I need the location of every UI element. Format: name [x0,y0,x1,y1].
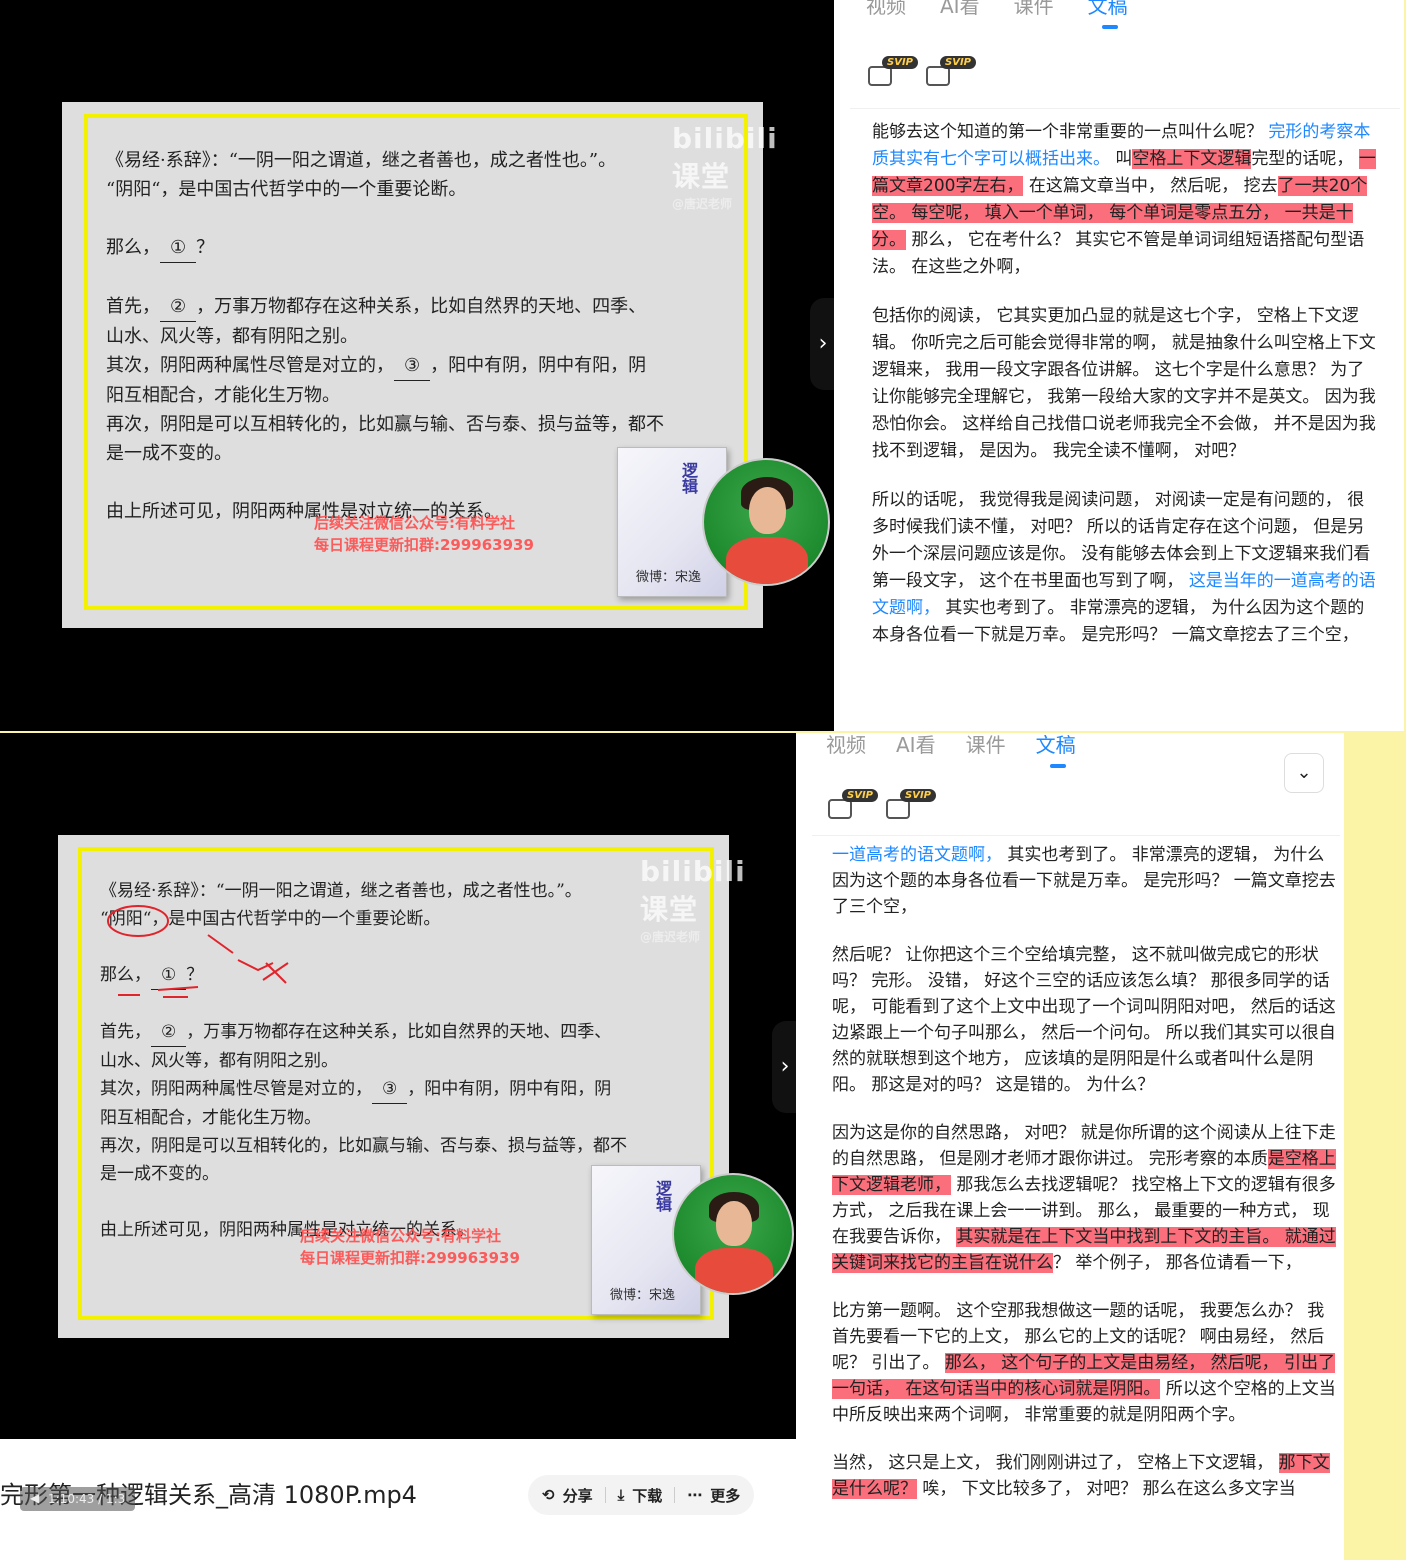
transcript-segment: 当然， 这只是上文， 我们刚刚讲过了， 空格上下文逻辑， [832,1453,1279,1473]
tab-video[interactable]: 视频 [866,0,906,19]
tab-ai[interactable]: AI看 [940,0,980,19]
slide-line: 其次，阴阳两种属性尽管是对立的， ③ ，阳中有阴，阴中有阳，阴 [106,351,664,381]
tab-transcript[interactable]: 文稿 [1036,733,1076,768]
transcript-toolbar: SVIP SVIP [828,789,936,821]
transcript-paragraph: 因为这是你的自然思路， 对吧？ 就是你所谓的这个阅读从上往下走的自然思路， 但是… [832,1120,1336,1276]
export-icon[interactable]: SVIP [828,789,878,821]
slide-line: 其次，阴阳两种属性尽管是对立的， ③ ，阳中有阴，阴中有阳，阴 [100,1075,627,1104]
chevron-down-icon[interactable]: ⌄ [1284,753,1324,793]
bilibili-watermark: bilibili课堂 @唐迟老师 [672,122,778,211]
transcript-panel: 视频 AI看 课件 文稿 SVIP SVIP 能够去这个知道的第一个非常重要的一… [834,0,1404,731]
transcript-segment: 那么， 它在考什么？ 其实它不管是单词词组短语搭配句型语法。 在这些之外啊， [872,230,1365,277]
slide-line: 再次，阴阳是可以互相转化的，比如赢与输、否与泰、损与益等，都不 [100,1136,627,1156]
tab-transcript[interactable]: 文稿 [1088,0,1128,29]
transcript-paragraph: 所以的话呢， 我觉得我是阅读问题， 对阅读一定是有问题的， 很多时候我们读不懂，… [872,487,1380,649]
slide-line: 《易经·系辞》：“一阴一阳之谓道，继之者善也，成之者性也。”。 [106,150,617,171]
export-icon[interactable]: SVIP [868,56,918,88]
top-screen: 《易经·系辞》：“一阴一阳之谓道，继之者善也，成之者性也。”。 “阴阳“，是中国… [0,0,1406,731]
slide-line: 再次，阴阳是可以互相转化的，比如赢与输、否与泰、损与益等，都不 [106,414,664,435]
transcript-paragraph: 能够去这个知道的第一个非常重要的一点叫什么呢？ 完形的考察本质其实有七个字可以概… [872,119,1380,281]
slide-question-1: 那么， ①？ [100,961,627,990]
slide-text: 《易经·系辞》：“一阴一阳之谓道，继之者善也，成之者性也。”。 “阴阳“，是中国… [100,877,627,1244]
slide-line: “阴阳“，是中国古代哲学中的一个重要论断。 [106,179,467,200]
promo-text: 后续关注微信公众号:有料学社 每日课程更新扣群:299963939 [314,514,534,554]
slide-line: 阳互相配合，才能化生万物。 [106,385,340,406]
download-button[interactable]: ⤓ 下载 [618,1485,663,1506]
tab-courseware[interactable]: 课件 [1014,0,1054,19]
video-info-bar: 完形第一种逻辑关系_高清 1080P.mp4 1:10:43 / 1:3 ⟲分享… [0,1439,796,1560]
background-strip [1344,733,1406,1560]
teacher-webcam [672,1173,794,1295]
notes-icon[interactable]: SVIP [886,789,936,821]
transcript-paragraph: 然后呢？ 让你把这个三个空给填完整， 这不就叫做完成它的形状吗？ 完形。 没错，… [832,942,1336,1098]
transcript-segment: ？ 举个例子， 那各位请看一下， [1053,1253,1302,1273]
transcript-toolbar: SVIP SVIP [868,56,976,88]
slide: 《易经·系辞》：“一阴一阳之谓道，继之者善也，成之者性也。”。 “阴阳“，是中国… [62,102,777,628]
slide-text: 《易经·系辞》：“一阴一阳之谓道，继之者善也，成之者性也。”。 “阴阳“，是中国… [106,146,664,526]
video-player[interactable]: 《易经·系辞》：“一阴一阳之谓道，继之者善也，成之者性也。”。 “阴阳“，是中国… [0,733,796,1439]
transcript-segment: 唉， 下文比较多了， 对吧？ 那么在这么多文字当 [917,1479,1296,1499]
download-icon: ⤓ [617,1486,625,1504]
transcript-segment: 然后呢？ 让你把这个三个空给填完整， 这不就叫做完成它的形状吗？ 完形。 没错，… [832,945,1336,1095]
bottom-screen: 《易经·系辞》：“一阴一阳之谓道，继之者善也，成之者性也。”。 “阴阳“，是中国… [0,733,1406,1560]
transcript-segment: 包括你的阅读， 它其实更加凸显的就是这七个字， 空格上下文逻辑。 你听完之后可能… [872,306,1376,461]
slide-line: 首先， ② ，万事万物都存在这种关系，比如自然界的天地、四季、 [106,292,664,322]
video-actions: ⟲ 分享 ⤓ 下载 ⋯ 更多 [528,1475,755,1515]
slide-line: “阴阳“，是中国古代哲学中的一个重要论断。 [100,909,441,929]
transcript-paragraph: 一道高考的语文题啊， 其实也考到了。 非常漂亮的逻辑， 为什么因为这个题的本身各… [832,842,1336,920]
slide-question-1: 那么， ①？ [106,233,664,263]
slide-line: 是一成不变的。 [106,443,232,464]
slide-line: 首先， ② ，万事万物都存在这种关系，比如自然界的天地、四季、 [100,1018,627,1047]
transcript-segment: 叫 [1110,149,1133,169]
transcript-segment: 其实也考到了。 非常漂亮的逻辑， 为什么因为这个题的本身各位看一下就是万幸。 是… [872,598,1365,645]
video-player[interactable]: 《易经·系辞》：“一阴一阳之谓道，继之者善也，成之者性也。”。 “阴阳“，是中国… [0,0,834,731]
chevron-right-icon[interactable]: › [810,298,834,390]
notes-icon[interactable]: SVIP [926,56,976,88]
transcript-text: 能够去这个知道的第一个非常重要的一点叫什么呢？ 完形的考察本质其实有七个字可以概… [850,108,1400,731]
share-icon: ⟲ [542,1486,555,1504]
slide: 《易经·系辞》：“一阴一阳之谓道，继之者善也，成之者性也。”。 “阴阳“，是中国… [58,835,745,1338]
tab-video[interactable]: 视频 [826,733,866,758]
teacher-webcam [702,458,830,586]
panel-tabs: 视频 AI看 课件 文稿 [826,733,1076,768]
slide-line: 阳互相配合，才能化生万物。 [100,1108,321,1128]
transcript-panel: 视频 AI看 课件 文稿 ⌄ SVIP SVIP 一道高考的语文题啊， 其实也考… [796,733,1344,1560]
slide-line: 山水、风火等，都有阴阳之别。 [100,1051,338,1071]
bilibili-watermark: bilibili课堂 @唐迟老师 [640,855,746,944]
more-button[interactable]: ⋯ 更多 [687,1485,740,1506]
transcript-paragraph: 包括你的阅读， 它其实更加凸显的就是这七个字， 空格上下文逻辑。 你听完之后可能… [872,303,1380,465]
share-button[interactable]: ⟲ 分享 [542,1485,593,1506]
more-icon: ⋯ [687,1486,703,1504]
slide-line: 是一成不变的。 [100,1164,219,1184]
transcript-segment: 在这篇文章当中， 然后呢， 挖去 [1023,176,1278,196]
transcript-paragraph: 当然， 这只是上文， 我们刚刚讲过了， 空格上下文逻辑， 那下文是什么呢？ 唉，… [832,1450,1336,1502]
chevron-right-icon[interactable]: › [772,1021,796,1113]
time-display[interactable]: 1:10:43 / 1:3 [20,1487,136,1511]
transcript-segment: 完型的话呢， [1251,149,1359,169]
transcript-paragraph: 比方第一题啊。 这个空那我想做这一题的话呢， 我要怎么办？ 我首先要看一下它的上… [832,1298,1336,1428]
promo-text: 后续关注微信公众号:有料学社 每日课程更新扣群:299963939 [300,1227,520,1267]
slide-line: 《易经·系辞》：“一阴一阳之谓道，继之者善也，成之者性也。”。 [100,881,582,901]
transcript-text: 一道高考的语文题啊， 其实也考到了。 非常漂亮的逻辑， 为什么因为这个题的本身各… [812,835,1340,1560]
transcript-segment: 能够去这个知道的第一个非常重要的一点叫什么呢？ [872,122,1269,142]
highlighted-text: 空格上下文逻辑 [1132,149,1252,169]
tab-courseware[interactable]: 课件 [966,733,1006,758]
linked-text[interactable]: 一道高考的语文题啊， [832,845,1002,865]
tab-ai[interactable]: AI看 [896,733,936,758]
slide-line: 山水、风火等，都有阴阳之别。 [106,326,358,347]
panel-tabs: 视频 AI看 课件 文稿 [866,0,1128,29]
transcript-segment: 因为这是你的自然思路， 对吧？ 就是你所谓的这个阅读从上往下走的自然思路， 但是… [832,1123,1336,1169]
